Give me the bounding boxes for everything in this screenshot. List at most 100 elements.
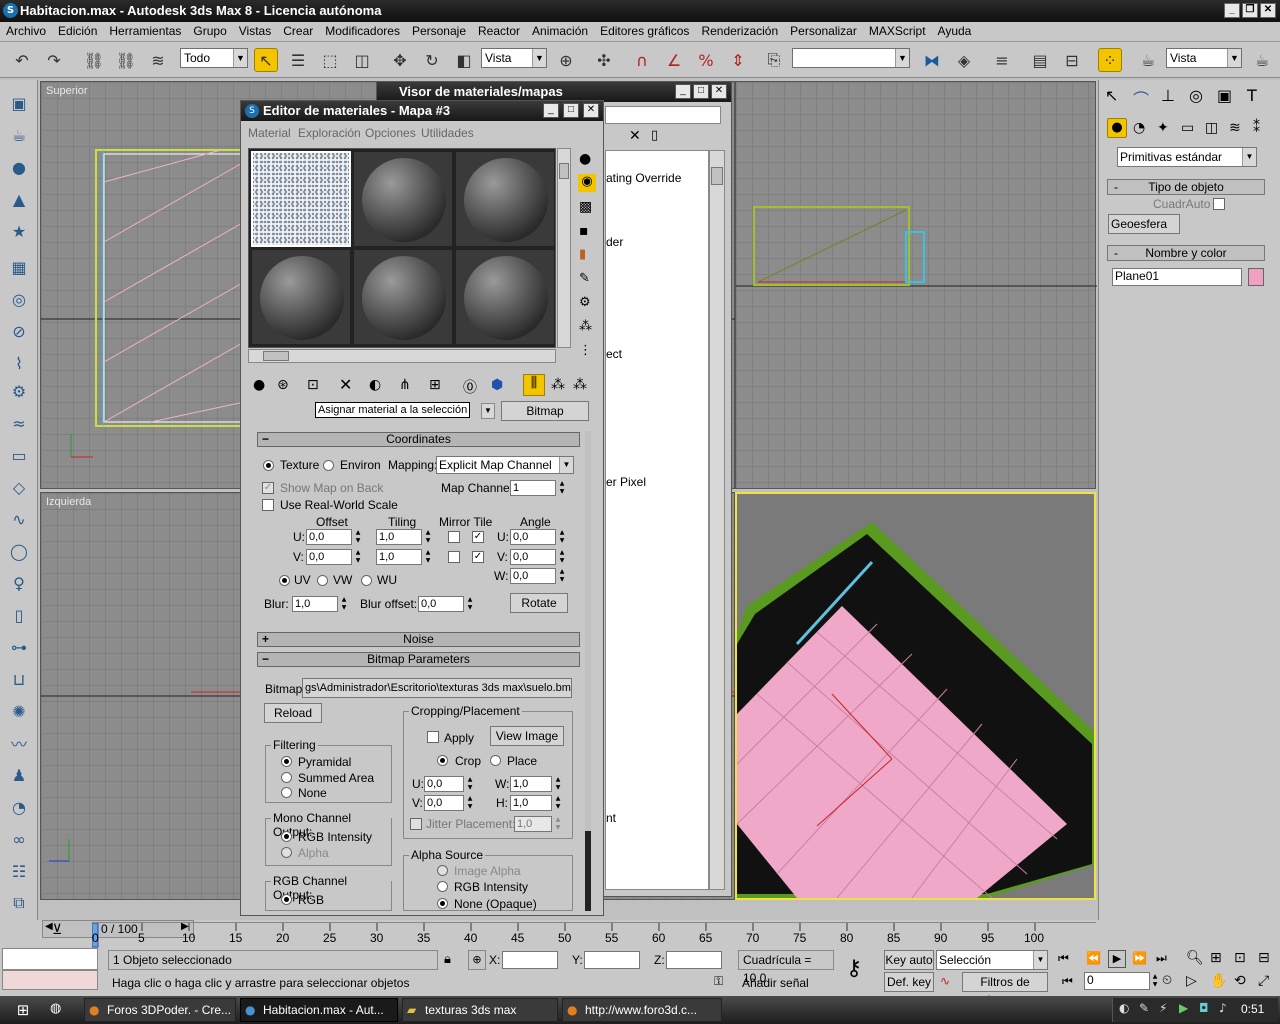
v-tiling-spinner[interactable]: ▲ ▼	[424, 549, 432, 565]
selection-filter-dropdown[interactable]: Todo ▼	[180, 48, 248, 68]
autogrid-checkbox[interactable]	[1213, 198, 1225, 210]
geosphere-button[interactable]: Geoesfera	[1108, 214, 1180, 234]
w-angle-spinner[interactable]: ▲ ▼	[558, 568, 566, 584]
show-map-icon[interactable]: ⓪	[463, 377, 477, 397]
map-type-button[interactable]: Bitmap	[501, 401, 589, 421]
helpers-icon[interactable]: ◫	[1205, 120, 1218, 136]
modify-tab-icon[interactable]: ⌒	[1133, 86, 1149, 110]
viewport-front[interactable]	[735, 81, 1097, 489]
menu-reactor[interactable]: Reactor	[472, 22, 526, 41]
v-crop-input[interactable]: 0,0	[424, 795, 464, 811]
rgb-radio[interactable]	[281, 894, 292, 905]
coordinates-rollout-header[interactable]: − Coordinates	[257, 432, 580, 447]
browser-item[interactable]: ect	[606, 347, 622, 361]
mono-alpha-radio[interactable]	[281, 847, 292, 858]
zoom-all-icon[interactable]: ⊞	[1210, 950, 1222, 966]
u-tiling-input[interactable]: 1,0	[376, 529, 422, 545]
quick-render-icon[interactable]: ☕	[1250, 48, 1274, 72]
teapot-icon[interactable]: ☕	[8, 124, 30, 146]
pick-material-icon[interactable]: ⁂	[573, 377, 587, 393]
cone-icon[interactable]: ▲	[8, 188, 30, 210]
blur-input[interactable]: 1,0	[292, 596, 338, 612]
browser-list[interactable]: ating Override der ect er Pixel nt	[605, 150, 709, 890]
menu-animacion[interactable]: Animación	[526, 22, 594, 41]
options-icon[interactable]: ⚙	[579, 295, 591, 310]
select-by-name-icon[interactable]: ☰	[286, 48, 310, 72]
current-frame-input[interactable]: 0	[1084, 972, 1150, 990]
maxscript-listener-mini[interactable]	[2, 948, 98, 970]
none-opaque-radio[interactable]	[437, 898, 448, 909]
spinner-snap-icon[interactable]: ⇕	[726, 48, 750, 72]
v-mirror-checkbox[interactable]	[448, 551, 460, 563]
u-offset-input[interactable]: 0,0	[306, 529, 352, 545]
put-to-scene-icon[interactable]: ⊛	[277, 377, 289, 393]
tray-icon-6[interactable]: ♪	[1219, 1001, 1227, 1015]
name-color-rollout-header[interactable]: - Nombre y color	[1107, 245, 1265, 261]
quick-launch-icon[interactable]: ◍	[50, 1001, 61, 1016]
h-crop-spinner[interactable]: ▲ ▼	[554, 795, 562, 811]
slots-vscrollbar[interactable]	[557, 148, 571, 348]
v-angle-spinner[interactable]: ▲ ▼	[558, 549, 566, 565]
space-warps-icon[interactable]: ≋	[1229, 120, 1241, 136]
viewport-label-top[interactable]: Superior	[46, 85, 88, 97]
u-crop-input[interactable]: 0,0	[424, 776, 464, 792]
cylinder-icon[interactable]: ◎	[8, 288, 30, 310]
reference-coord-dropdown[interactable]: Vista ▼	[481, 48, 547, 68]
taskbar-item-foro3d[interactable]: ● http://www.foro3d.c...	[562, 998, 722, 1022]
browser-item[interactable]: nt	[606, 811, 616, 825]
sample-uv-tiling-icon[interactable]: ▪	[579, 223, 589, 239]
bitmap-parameters-rollout-header[interactable]: − Bitmap Parameters	[257, 652, 580, 667]
sample-slot[interactable]	[353, 151, 453, 247]
manipulate-icon[interactable]: ✣	[592, 48, 616, 72]
render-view-dropdown[interactable]: Vista ▼	[1166, 48, 1242, 68]
jitter-spinner[interactable]: ▲ ▼	[554, 816, 562, 832]
layer-manager-icon[interactable]: ≡	[990, 48, 1014, 72]
editor-minimize-button[interactable]: _	[543, 103, 559, 118]
start-button-icon[interactable]: ⊞	[8, 999, 38, 1021]
menu-personaje[interactable]: Personaje	[406, 22, 472, 41]
time-tag-icon[interactable]: ⚿	[714, 974, 723, 989]
blur-offset-spinner[interactable]: ▲ ▼	[466, 596, 474, 612]
menu-maxscript[interactable]: MAXScript	[863, 22, 932, 41]
background-checker-icon[interactable]: ▩	[579, 199, 592, 215]
key-icon[interactable]: ⚷	[846, 956, 862, 981]
jitter-input[interactable]: 1,0	[514, 816, 552, 832]
tray-icon-5[interactable]: ◘	[1199, 1001, 1209, 1015]
go-to-parent-icon[interactable]: ⫼	[523, 374, 545, 396]
uv-radio[interactable]	[279, 575, 290, 586]
go-to-start-icon[interactable]: ⏮	[1058, 951, 1069, 966]
hierarchy-tab-icon[interactable]: ⊥	[1161, 86, 1175, 105]
minimize-button[interactable]: _	[1224, 3, 1240, 18]
sample-slot[interactable]	[455, 151, 555, 247]
shirt-icon[interactable]: ♟	[8, 764, 30, 786]
browser-item[interactable]: ating Override	[606, 171, 681, 185]
undo-icon[interactable]: ↶	[10, 48, 34, 72]
rope-icon[interactable]: 〰	[8, 732, 30, 754]
material-effects-channel-icon[interactable]: ⊞	[429, 377, 441, 393]
editor-close-button[interactable]: ✕	[583, 103, 599, 118]
zoom-extents-all-icon[interactable]: ⊟	[1258, 950, 1270, 966]
sample-slot[interactable]	[353, 249, 453, 345]
taskbar-item-folder[interactable]: ▰ texturas 3ds max	[402, 998, 558, 1022]
editor-menu-material[interactable]: Material	[248, 126, 291, 140]
backlight-icon[interactable]: ◉	[578, 174, 596, 192]
menu-herramientas[interactable]: Herramientas	[103, 22, 187, 41]
apply-checkbox[interactable]	[427, 731, 439, 743]
browser-delete-icon[interactable]: ✕	[629, 128, 641, 144]
v-crop-spinner[interactable]: ▲ ▼	[466, 795, 474, 811]
mirror-icon[interactable]: ⧓	[920, 48, 944, 72]
make-unique-icon[interactable]: ◐	[369, 377, 381, 393]
viewport-label-left[interactable]: Izquierda	[46, 496, 91, 508]
x-coord-input[interactable]	[502, 951, 558, 969]
fov-icon[interactable]: ▷	[1186, 973, 1197, 989]
make-preview-icon[interactable]: ✎	[579, 271, 590, 286]
edit-named-selections-icon[interactable]: ⎘	[762, 48, 786, 72]
slots-hscrollbar[interactable]	[248, 349, 556, 363]
show-map-on-back-checkbox[interactable]: ✓	[262, 482, 274, 494]
render-scene-icon[interactable]: ☕	[1136, 48, 1160, 72]
taskbar-item-3dsmax[interactable]: ● Habitacion.max - Aut...	[240, 998, 398, 1022]
zoom-extents-icon[interactable]: ⊡	[1234, 950, 1246, 966]
browser-clear-icon[interactable]: ▯	[651, 128, 658, 143]
lights-icon[interactable]: ✦	[1157, 120, 1169, 136]
key-mode-toggle-icon[interactable]: ⏮	[1062, 974, 1073, 989]
